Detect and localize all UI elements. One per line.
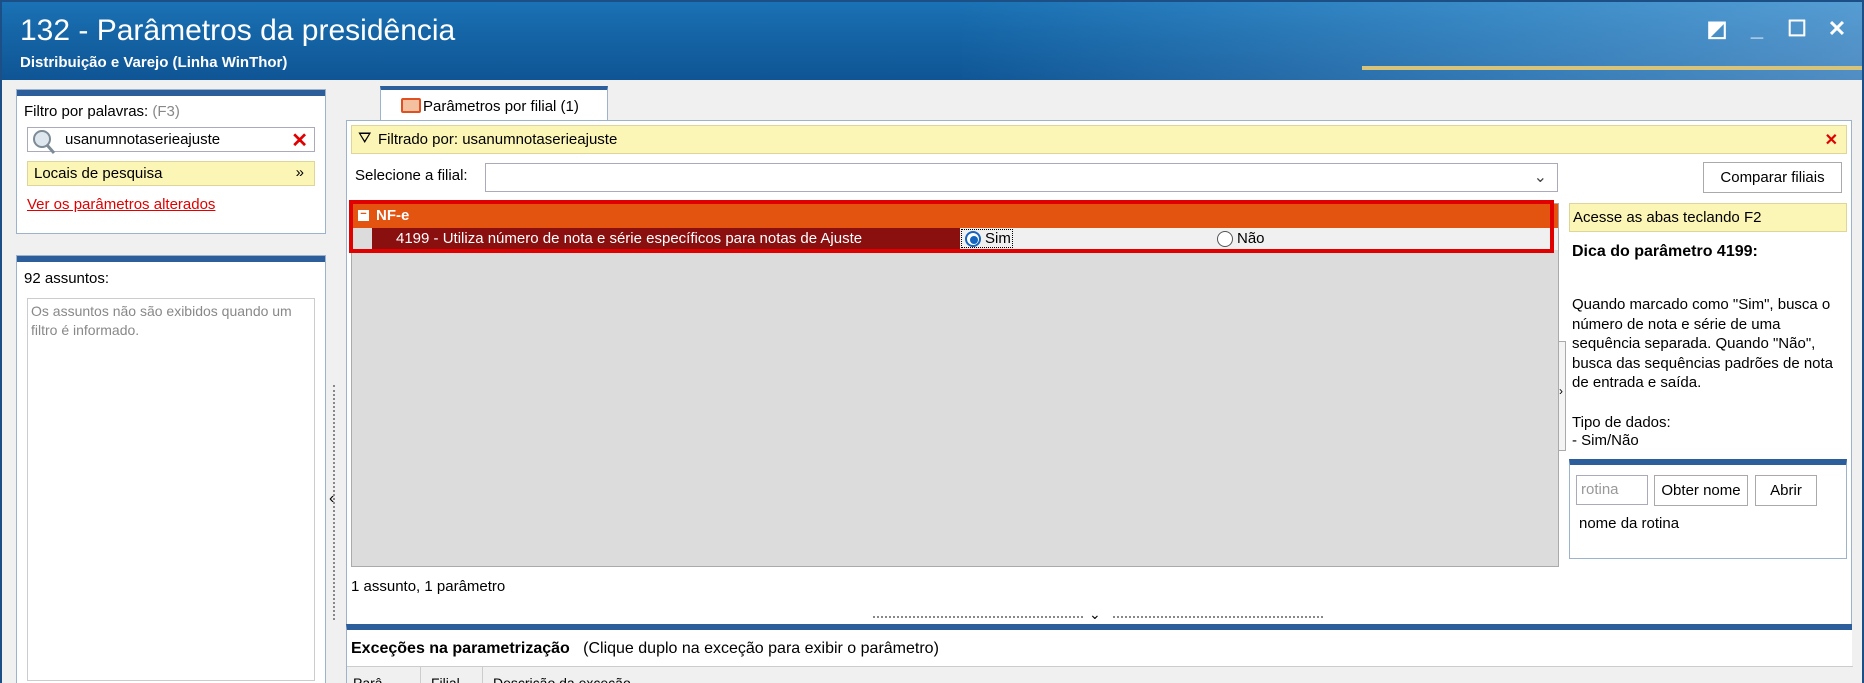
group-header-nfe[interactable]: − NF-e [352,204,1558,228]
collapse-icon[interactable]: − [358,209,369,221]
locais-dropdown[interactable]: Locais de pesquisa » [27,161,315,186]
restore-icon[interactable]: ◩ [1706,16,1728,42]
count-text: 1 assunto, 1 parâmetro [351,578,506,595]
exceptions-title: Exceções na parametrização (Clique duplo… [351,640,939,658]
search-value: usanumnotaserieajuste [65,131,221,148]
close-button[interactable]: ✕ [1826,16,1848,42]
clear-search-icon[interactable]: ✕ [291,128,308,153]
chevron-down-icon[interactable]: ⌄ [1089,606,1101,623]
subjects-count: 92 assuntos: [24,270,110,287]
title-bar: 132 - Parâmetros da presidência Distribu… [2,2,1862,80]
maximize-button[interactable]: ☐ [1786,16,1808,42]
column-header[interactable]: Parâ [353,675,383,683]
panel-top-bar [17,90,325,96]
funnel-icon: ⛛ [358,130,372,147]
window-title: 132 - Parâmetros da presidência [20,14,456,47]
column-separator [420,667,421,683]
double-chevron-down-icon: » [295,164,304,181]
minimize-button[interactable]: _ [1746,16,1768,42]
filter-panel: Filtro por palavras: (F3) usanumnotaseri… [16,89,326,234]
panel-top-bar [17,256,325,262]
window-subtitle: Distribuição e Varejo (Linha WinThor) [20,54,288,71]
dica-text: Quando marcado como "Sim", busca o númer… [1572,296,1834,391]
side-collapse-tab[interactable]: › [1558,341,1566,451]
splitter-grip-right [1113,616,1323,618]
group-title: NF-e [376,207,410,224]
obter-nome-button[interactable]: Obter nome [1654,475,1748,506]
content-area: Filtro por palavras: (F3) usanumnotaseri… [2,80,1862,683]
filter-shortcut: (F3) [152,103,180,120]
magnifier-icon [33,130,56,154]
title-bar-stripe [1362,66,1862,70]
horizontal-splitter[interactable]: ⌄ [873,606,1323,622]
filtered-text: Filtrado por: usanumnotaserieajuste [378,131,618,148]
window-controls: ◩ _ ☐ ✕ [1706,16,1848,42]
column-header[interactable]: Descrição da exceção [493,675,631,683]
chevron-left-icon[interactable]: ‹ [329,490,334,508]
search-input[interactable]: usanumnotaserieajuste ✕ [27,127,315,154]
tab-label: Parâmetros por filial (1) [423,98,579,115]
select-filial-label: Selecione a filial: [355,167,468,184]
dica-title: Dica do parâmetro 4199: [1572,243,1758,260]
app-window: 132 - Parâmetros da presidência Distribu… [0,0,1864,683]
rotina-panel: rotina Obter nome Abrir nome da rotina [1569,459,1847,559]
tipo-dados: Tipo de dados: - Sim/Não [1572,414,1671,449]
vertical-splitter[interactable]: ‹ [329,385,339,620]
clear-filter-icon[interactable]: ✕ [1825,130,1838,150]
radio-sim-label: Sim [985,230,1011,247]
compare-filiais-button[interactable]: Comparar filiais [1703,162,1842,193]
radio-sim[interactable] [965,231,981,247]
chevron-down-icon: ⌄ [1533,169,1547,186]
folder-icon [401,98,421,113]
exceptions-header: Parâ Filial Descrição da exceção [347,666,1853,683]
exceptions-title-bold: Exceções na parametrização [351,640,570,657]
filter-label-text: Filtro por palavras: [24,103,149,120]
splitter-grip-left [873,616,1083,618]
exceptions-subtitle: (Clique duplo na exceção para exibir o p… [583,640,939,657]
chevron-right-icon: › [1559,384,1563,398]
exceptions-panel: Exceções na parametrização (Clique duplo… [346,624,1853,683]
column-header[interactable]: Filial [431,675,460,683]
abrir-button[interactable]: Abrir [1755,475,1817,506]
locais-label: Locais de pesquisa [34,165,163,182]
params-grid: − NF-e 4199 - Utiliza número de nota e s… [351,203,1559,567]
subjects-panel: 92 assuntos: Os assuntos não são exibido… [16,255,326,683]
main-panel: ⛛ Filtrado por: usanumnotaserieajuste ✕ … [346,120,1852,660]
column-separator [482,667,483,683]
param-row[interactable]: 4199 - Utiliza número de nota e série es… [372,228,1558,250]
subjects-list[interactable]: Os assuntos não são exibidos quando um f… [27,298,315,681]
tab-parametros-filial[interactable]: Parâmetros por filial (1) [380,86,608,121]
filtered-bar: ⛛ Filtrado por: usanumnotaserieajuste ✕ [351,125,1847,154]
filter-label: Filtro por palavras: (F3) [24,103,180,120]
rotina-input[interactable]: rotina [1576,475,1648,505]
access-tabs-hint: Acesse as abas teclando F2 [1569,203,1847,232]
radio-nao[interactable] [1217,231,1233,247]
subjects-note: Os assuntos não são exibidos quando um f… [31,303,292,338]
filial-select[interactable]: ⌄ [485,163,1558,192]
changed-params-link[interactable]: Ver os parâmetros alterados [27,196,215,213]
radio-nao-label: Não [1237,230,1265,247]
param-description: 4199 - Utiliza número de nota e série es… [372,228,960,250]
nome-rotina: nome da rotina [1579,515,1680,532]
